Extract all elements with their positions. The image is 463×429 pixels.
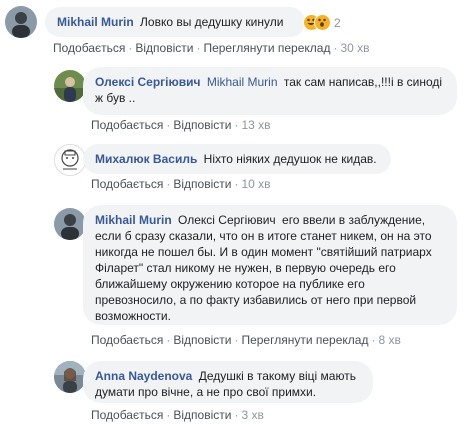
comment-text: Ніхто ніяких дедушок не кидав. bbox=[203, 152, 377, 166]
avatar[interactable] bbox=[54, 208, 86, 240]
like-link[interactable]: Подобається bbox=[91, 118, 163, 132]
comment-bubble: Anna Naydenova Дедушкі в такому віці маю… bbox=[83, 361, 373, 403]
comment-author[interactable]: Mikhail Murin bbox=[95, 213, 172, 227]
comment-actions: Подобається · Відповісти · 3 хв bbox=[91, 408, 264, 422]
mention-link[interactable]: Mikhail Murin bbox=[207, 75, 278, 89]
timestamp[interactable]: 3 хв bbox=[241, 408, 263, 422]
comment-bubble: Михалюк Василь Ніхто ніяких дедушок не к… bbox=[83, 144, 391, 174]
comment-bubble: Mikhail Murin Олексі Сергіювич его ввели… bbox=[83, 205, 457, 325]
mention-link[interactable]: Олексі Сергіювич bbox=[178, 213, 276, 227]
comment-text: его ввели в заблуждение, если б сразу ск… bbox=[95, 213, 432, 323]
reply-link[interactable]: Відповісти bbox=[173, 333, 231, 347]
comment-bubble: Олексі Сергіювич Mikhail Murin так сам н… bbox=[83, 67, 457, 115]
comment-author[interactable]: Михалюк Василь bbox=[95, 152, 197, 166]
wow-reaction-icon bbox=[314, 14, 331, 31]
reply-link[interactable]: Відповісти bbox=[173, 118, 231, 132]
comment-author[interactable]: Anna Naydenova bbox=[95, 369, 192, 383]
comment-actions: Подобається · Відповісти · 13 хв bbox=[91, 118, 271, 132]
like-link[interactable]: Подобається bbox=[91, 408, 163, 422]
reactions[interactable]: 2 bbox=[303, 14, 341, 31]
like-link[interactable]: Подобається bbox=[91, 333, 163, 347]
comment-author[interactable]: Mikhail Murin bbox=[57, 15, 134, 29]
like-link[interactable]: Подобається bbox=[91, 177, 163, 191]
timestamp[interactable]: 8 хв bbox=[378, 333, 400, 347]
comment-author[interactable]: Олексі Сергіювич bbox=[95, 75, 200, 89]
reaction-count: 2 bbox=[334, 15, 341, 30]
comment-actions: Подобається · Відповісти · Переглянути перек… bbox=[53, 41, 370, 55]
avatar[interactable] bbox=[54, 361, 86, 393]
comment-actions: Подобається · Відповісти · 10 хв bbox=[91, 177, 271, 191]
comment-actions: Подобається · Відповісти · Переглянути перек… bbox=[91, 333, 401, 347]
translate-link[interactable]: Переглянути переклад bbox=[241, 333, 368, 347]
timestamp[interactable]: 10 хв bbox=[241, 177, 270, 191]
like-link[interactable]: Подобається bbox=[53, 41, 125, 55]
avatar[interactable] bbox=[5, 6, 37, 38]
reply-link[interactable]: Відповісти bbox=[173, 177, 231, 191]
comment-text: Ловко вы дедушку кинули bbox=[140, 15, 284, 29]
translate-link[interactable]: Переглянути переклад bbox=[203, 41, 330, 55]
avatar[interactable] bbox=[54, 144, 86, 176]
avatar[interactable] bbox=[54, 70, 86, 102]
reply-link[interactable]: Відповісти bbox=[173, 408, 231, 422]
reply-link[interactable]: Відповісти bbox=[135, 41, 193, 55]
timestamp[interactable]: 30 хв bbox=[340, 41, 369, 55]
timestamp[interactable]: 13 хв bbox=[241, 118, 270, 132]
comment-bubble: Mikhail Murin Ловко вы дедушку кинули bbox=[45, 7, 305, 37]
